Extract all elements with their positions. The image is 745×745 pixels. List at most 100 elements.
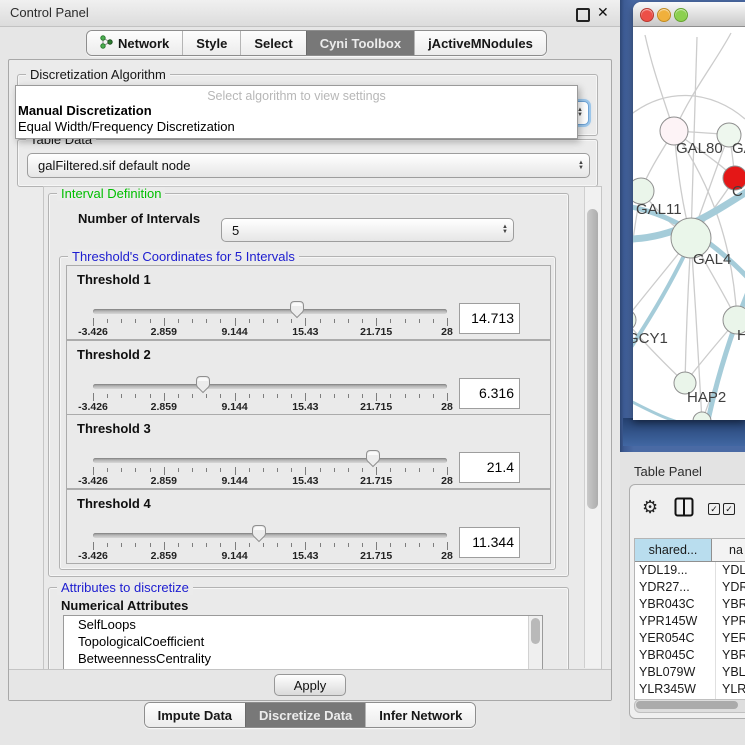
apply-row: Apply [9,669,611,700]
table-data-combobox[interactable]: galFiltered.sif default node ▲▼ [27,153,590,178]
tab-discretize-data[interactable]: Discretize Data [245,703,365,727]
slider-tick-labels: -3.4262.8599.14415.4321.71528 [93,475,447,487]
top-tab-bar: Network Style Select Cyni Toolbox jActiveMNo… [0,29,620,57]
tab-network[interactable]: Network [87,31,182,55]
attribute-list-item[interactable]: TopologicalCoefficient [64,633,542,650]
list-scrollbar[interactable] [528,616,542,671]
cell-shared-name[interactable]: YPR145W [635,613,716,630]
table-row[interactable]: YBL079WYBL0 [635,664,745,681]
float-icon[interactable] [576,8,590,22]
combo-arrows-icon: ▲▼ [573,161,589,171]
column-header-shared-name[interactable]: shared... [635,539,712,561]
tab-label: Cyni Toolbox [320,36,401,51]
algorithm-option[interactable]: Equal Width/Frequency Discretization [16,119,577,135]
node-label-partial: GA [732,140,745,157]
close-icon[interactable]: ✕ [597,4,609,21]
threshold-slider[interactable]: -3.4262.8599.14415.4321.71528 [93,374,447,412]
close-traffic-light-icon[interactable] [640,8,654,22]
slider-track[interactable] [93,309,447,314]
horizontal-scrollbar[interactable] [634,699,745,713]
slider-track[interactable] [93,533,447,538]
cell-name[interactable]: YER0 [716,630,745,647]
attribute-list-item[interactable]: SelfLoops [64,616,542,633]
cell-shared-name[interactable]: YBR043C [635,596,716,613]
tab-cyni-toolbox[interactable]: Cyni Toolbox [306,31,414,55]
thresholds-group-label: Threshold's Coordinates for 5 Intervals [68,249,299,264]
node-label: GCY1 [633,330,668,347]
attributes-group-label: Attributes to discretize [57,580,193,595]
network-window-titlebar[interactable] [633,2,745,27]
network-node-gcy1[interactable] [633,309,636,331]
tab-impute-data[interactable]: Impute Data [145,703,245,727]
cell-shared-name[interactable]: YBL079W [635,664,716,681]
slider-thumb-icon[interactable] [365,449,381,468]
table-row[interactable]: YPR145WYPR1 [635,613,745,630]
table-row[interactable]: YBR043CYBR0 [635,596,745,613]
panel-title: Control Panel [10,5,89,20]
table-row[interactable]: YLR345WYLR3 [635,681,745,698]
minimize-traffic-light-icon[interactable] [657,8,671,22]
right-column: GAL80CGAL11GAL4GCY1HHAP2GA Table Panel ⚙… [620,0,745,745]
attribute-list-item[interactable]: BetweennessCentrality [64,650,542,667]
cell-name[interactable]: YLR3 [716,681,745,698]
cell-name[interactable]: YBL0 [716,664,745,681]
threshold-value-field[interactable]: 11.344 [459,527,520,558]
threshold-slider[interactable]: -3.4262.8599.14415.4321.71528 [93,523,447,561]
cell-name[interactable]: YBR0 [716,596,745,613]
cell-name[interactable]: YDR2 [716,579,745,596]
apply-button[interactable]: Apply [274,674,346,696]
threshold-value-field[interactable]: 6.316 [459,378,520,409]
thresholds-group: Threshold's Coordinates for 5 Intervals … [59,256,556,570]
tab-label: jActiveMNodules [428,36,533,51]
table-row[interactable]: YDR27...YDR2 [635,579,745,596]
slider-thumb-icon[interactable] [289,300,305,319]
network-canvas[interactable]: GAL80CGAL11GAL4GCY1HHAP2GA [633,27,745,420]
tab-jactivemnodules[interactable]: jActiveMNodules [414,31,546,55]
gear-icon[interactable]: ⚙ [642,497,658,518]
threshold-slider[interactable]: -3.4262.8599.14415.4321.71528 [93,448,447,486]
table-panel-card: ⚙ ✓ ✓ shared... na YDL19...Y [629,484,745,719]
algorithm-option[interactable]: Manual Discretization [16,103,577,119]
numerical-attributes-list[interactable]: SelfLoopsTopologicalCoefficientBetweenne… [63,615,543,671]
cell-shared-name[interactable]: YDL19... [635,562,716,579]
num-intervals-value: 5 [222,223,497,238]
table-row[interactable]: YDL19...YDL1 [635,562,745,579]
threshold-label: Threshold 3 [77,421,151,436]
control-panel-titlebar: Control Panel ✕ [0,0,620,27]
slider-thumb-icon[interactable] [195,375,211,394]
cell-name[interactable]: YDL1 [716,562,745,579]
slider-thumb-icon[interactable] [251,524,267,543]
num-intervals-combobox[interactable]: 5 ▲▼ [221,218,514,242]
tab-label: Style [196,36,227,51]
cell-name[interactable]: YBR0 [716,647,745,664]
cyni-toolbox-panel: Discretization Algorithm ▲▼ Select algor… [8,59,612,701]
checkbox-icon[interactable]: ✓ [723,503,735,515]
slider-track[interactable] [93,384,447,389]
threshold-panel: Threshold 2 -3.4262.8599.14415.4321.7152… [66,340,551,415]
table-row[interactable]: YER054CYER0 [635,630,745,647]
threshold-slider[interactable]: -3.4262.8599.14415.4321.71528 [93,299,447,337]
tab-select[interactable]: Select [240,31,305,55]
table-header[interactable]: shared... na [635,539,745,562]
threshold-label: Threshold 4 [77,496,151,511]
slider-track[interactable] [93,458,447,463]
cell-name[interactable]: YPR1 [716,613,745,630]
cell-shared-name[interactable]: YER054C [635,630,716,647]
tab-style[interactable]: Style [182,31,240,55]
column-header-name[interactable]: na [712,539,745,561]
cell-shared-name[interactable]: YLR345W [635,681,716,698]
vertical-scrollbar[interactable] [584,187,601,668]
tab-label: Discretize Data [259,708,352,723]
threshold-value-field[interactable]: 21.4 [459,452,520,483]
checkbox-icon[interactable]: ✓ [708,503,720,515]
table-row[interactable]: YBR045CYBR0 [635,647,745,664]
algorithm-dropdown: Select algorithm to view settings Manual… [15,85,578,139]
cell-shared-name[interactable]: YBR045C [635,647,716,664]
zoom-traffic-light-icon[interactable] [674,8,688,22]
tab-infer-network[interactable]: Infer Network [365,703,475,727]
network-desktop: GAL80CGAL11GAL4GCY1HHAP2GA [620,0,745,452]
node-table[interactable]: shared... na YDL19...YDL1YDR27...YDR2YBR… [634,538,745,700]
columns-icon[interactable] [674,497,694,522]
threshold-value-field[interactable]: 14.713 [459,303,520,334]
cell-shared-name[interactable]: YDR27... [635,579,716,596]
